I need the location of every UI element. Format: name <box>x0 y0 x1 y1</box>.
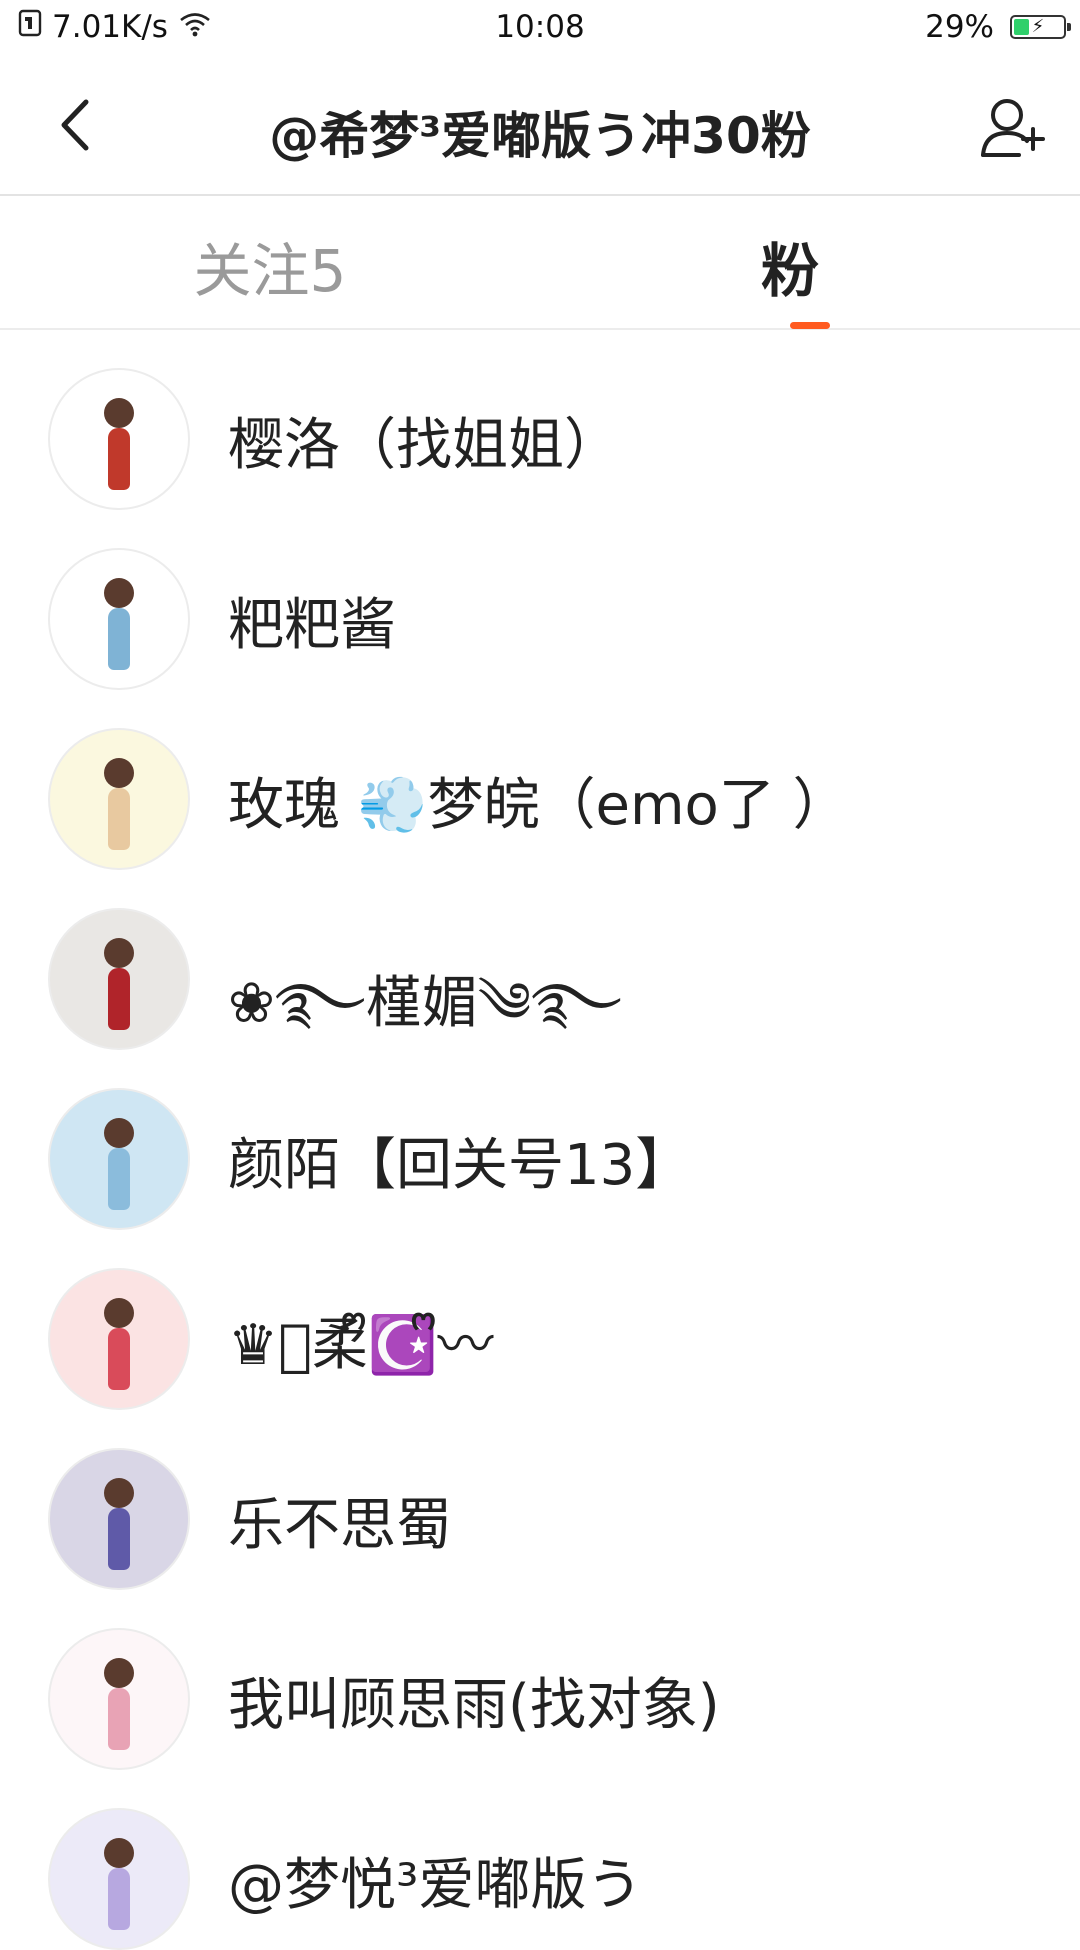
tab-active-indicator <box>790 322 830 329</box>
tab-fans[interactable]: 粉 <box>640 224 940 308</box>
avatar[interactable] <box>48 1808 190 1950</box>
avatar-figure-body <box>108 967 130 1030</box>
fan-list-item[interactable]: 樱洛（找姐姐） <box>0 330 1080 510</box>
fan-name: 樱洛（找姐姐） <box>228 413 620 478</box>
avatar[interactable] <box>48 1088 190 1230</box>
tab-bar: 关注5 粉 <box>0 196 1080 330</box>
status-bar: 7.01K/s 10:08 29% ⚡ <box>0 0 1080 58</box>
avatar[interactable] <box>48 1628 190 1770</box>
fan-list-item[interactable]: 我叫顾思雨(找对象) <box>0 1590 1080 1770</box>
avatar[interactable] <box>48 548 190 690</box>
fan-list-item[interactable]: 玫瑰 💨梦皖（emo了 ） <box>0 690 1080 870</box>
avatar-figure-head <box>104 397 134 428</box>
fan-name: 颜陌【回关号13】 <box>228 1133 692 1198</box>
battery-charging-icon: ⚡ <box>1010 15 1071 39</box>
fan-name: ♛ᩚ柔ᩚ☪️ᩚ〰 <box>228 1313 494 1378</box>
avatar-figure-body <box>108 1507 130 1570</box>
tab-following[interactable]: 关注5 <box>120 224 420 308</box>
avatar-figure-head <box>104 1297 134 1328</box>
avatar-figure-head <box>104 1657 134 1688</box>
add-user-icon <box>979 95 1047 163</box>
avatar[interactable] <box>48 728 190 870</box>
avatar[interactable] <box>48 908 190 1050</box>
title-bar: @希梦³爱嘟版う冲30粉 <box>0 58 1080 196</box>
avatar[interactable] <box>48 1268 190 1410</box>
fan-list-item[interactable]: @梦悦³爱嘟版う <box>0 1770 1080 1950</box>
avatar-figure-head <box>104 1117 134 1148</box>
add-user-button[interactable] <box>976 92 1050 166</box>
avatar[interactable] <box>48 368 190 510</box>
fan-name: 粑粑酱 <box>228 593 396 658</box>
fan-name: 我叫顾思雨(找对象) <box>228 1673 720 1738</box>
fan-name: 玫瑰 💨梦皖（emo了 ） <box>228 773 849 838</box>
avatar-figure-head <box>104 757 134 788</box>
avatar-figure-body <box>108 1327 130 1390</box>
fan-name: @梦悦³爱嘟版う <box>228 1853 643 1918</box>
fan-name: 乐不思蜀 <box>228 1493 452 1558</box>
fan-list: 樱洛（找姐姐） 粑粑酱玫瑰 💨梦皖（emo了 ） ❀࿐槿媚༄࿐ 颜陌【回关号13】 ♛ᩚ… <box>0 330 1080 1950</box>
avatar-figure-head <box>104 937 134 968</box>
clock: 10:08 <box>495 9 585 45</box>
avatar-figure-body <box>108 1147 130 1210</box>
avatar-figure-head <box>104 577 134 608</box>
fan-list-item[interactable]: 粑粑酱 <box>0 510 1080 690</box>
avatar-figure-body <box>108 1687 130 1750</box>
avatar-figure-head <box>104 1837 134 1868</box>
avatar-figure-head <box>104 1477 134 1508</box>
fan-list-item[interactable]: ❀࿐槿媚༄࿐ <box>0 870 1080 1050</box>
bolt-icon: ⚡ <box>1031 16 1045 37</box>
page-title: @希梦³爱嘟版う冲30粉 <box>269 107 811 165</box>
avatar[interactable] <box>48 1448 190 1590</box>
avatar-figure-body <box>108 607 130 670</box>
battery-percent: 29% <box>925 9 994 45</box>
avatar-figure-body <box>108 787 130 850</box>
battery-level <box>1014 19 1030 35</box>
fan-list-item[interactable]: 乐不思蜀 <box>0 1410 1080 1590</box>
avatar-figure-body <box>108 427 130 490</box>
fan-list-item[interactable]: ♛ᩚ柔ᩚ☪️ᩚ〰 <box>0 1230 1080 1410</box>
status-right: 29% ⚡ <box>925 9 1071 45</box>
fan-list-item[interactable]: 颜陌【回关号13】 <box>0 1050 1080 1230</box>
avatar-figure-body <box>108 1867 130 1930</box>
